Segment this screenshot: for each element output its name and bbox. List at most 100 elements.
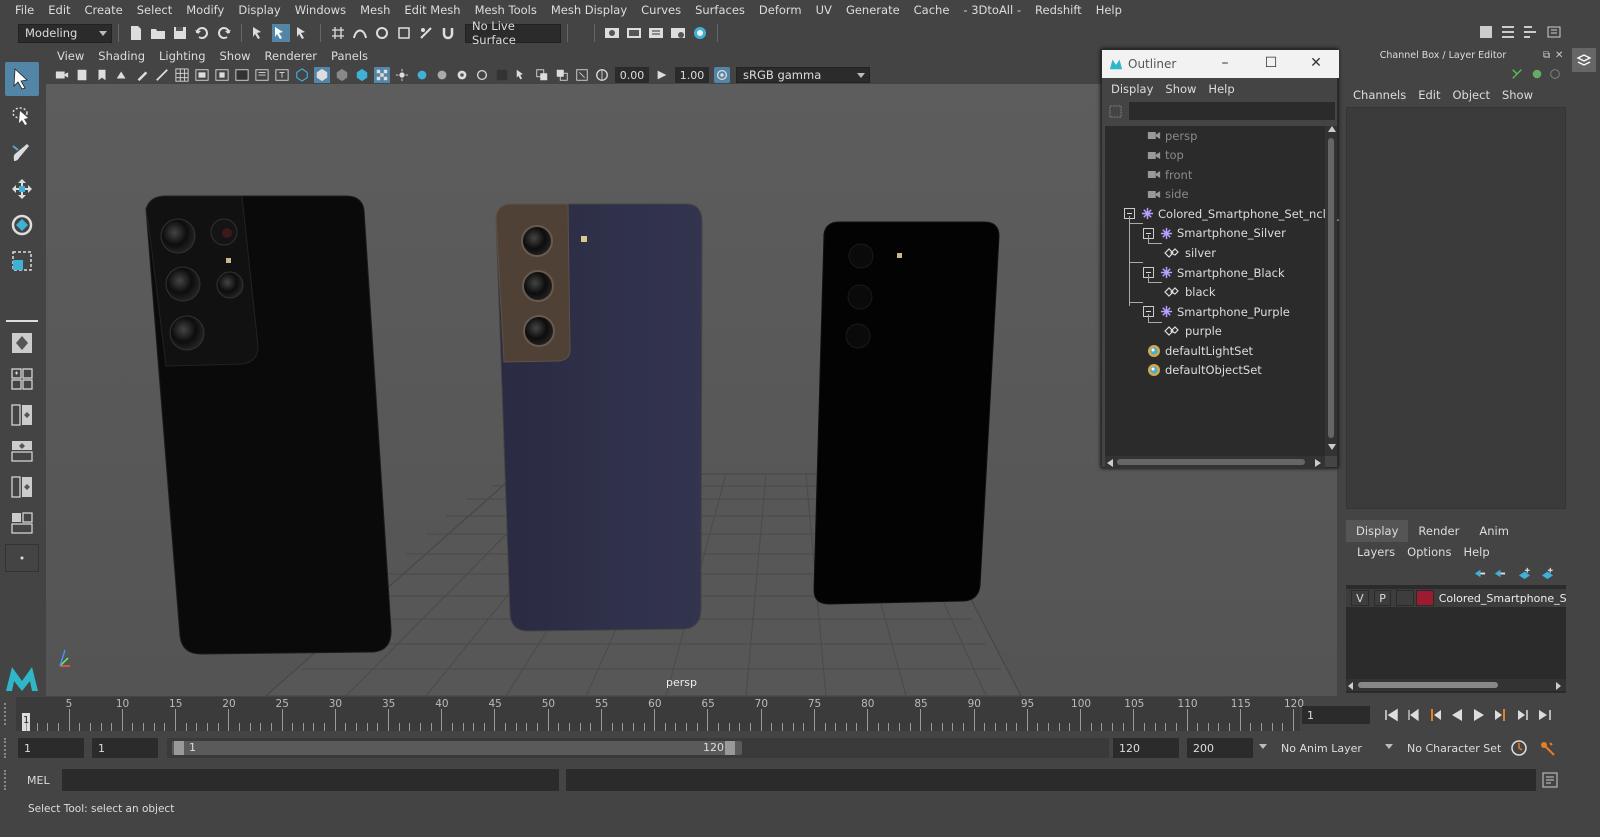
grease-pencil-icon[interactable] bbox=[134, 67, 150, 83]
color-management-icon[interactable] bbox=[714, 67, 730, 83]
close-icon[interactable]: ✕ bbox=[1309, 56, 1323, 70]
ambient-occlusion-icon[interactable] bbox=[434, 67, 450, 83]
playback-end-field[interactable]: 120 bbox=[1113, 738, 1179, 758]
menu-cache[interactable]: Cache bbox=[907, 3, 957, 17]
film-gate-icon[interactable] bbox=[194, 67, 210, 83]
lasso-tool-button[interactable] bbox=[5, 100, 39, 134]
grid-icon[interactable] bbox=[174, 67, 190, 83]
character-set-dropdown[interactable]: No Character Set bbox=[1401, 738, 1504, 758]
tree-item-purple[interactable]: purple bbox=[1163, 322, 1222, 341]
move-tool-button[interactable] bbox=[5, 172, 39, 206]
save-scene-icon[interactable] bbox=[171, 24, 189, 42]
exposure-icon[interactable] bbox=[594, 67, 610, 83]
menu-3dtoall[interactable]: - 3DtoAll - bbox=[956, 3, 1028, 17]
mode-dropdown[interactable]: Modeling bbox=[18, 23, 112, 43]
menu-redshift[interactable]: Redshift bbox=[1028, 3, 1089, 17]
scale-tool-button[interactable] bbox=[5, 244, 39, 278]
scroll-right-icon[interactable] bbox=[1556, 682, 1561, 690]
use-default-material-icon[interactable] bbox=[334, 67, 350, 83]
lock-icon[interactable] bbox=[1549, 68, 1561, 83]
cb-menu-object[interactable]: Object bbox=[1447, 88, 1496, 106]
xray-components-icon[interactable] bbox=[574, 67, 590, 83]
render-layout-button[interactable] bbox=[5, 506, 39, 540]
image-plane-icon[interactable] bbox=[114, 67, 130, 83]
hypershade-icon[interactable] bbox=[691, 24, 709, 42]
motion-blur-icon[interactable] bbox=[454, 67, 470, 83]
2d-pan-zoom-icon[interactable] bbox=[154, 67, 170, 83]
tree-item-smartphone-silver[interactable]: Smartphone_Silver bbox=[1143, 224, 1286, 243]
menu-display[interactable]: Display bbox=[231, 3, 287, 17]
select-component-icon[interactable] bbox=[294, 24, 312, 42]
range-bar[interactable] bbox=[172, 741, 742, 755]
select-object-icon[interactable] bbox=[272, 24, 290, 42]
modeling-toolkit-icon[interactable] bbox=[1478, 24, 1494, 43]
go-to-start-icon[interactable] bbox=[1382, 706, 1400, 724]
drag-handle[interactable] bbox=[4, 770, 10, 790]
scrollbar-thumb[interactable] bbox=[1358, 682, 1498, 688]
menu-help[interactable]: Help bbox=[1089, 3, 1129, 17]
render-frame-icon[interactable] bbox=[625, 24, 643, 42]
display-layer-row[interactable]: V P Colored_Smartphone_Se bbox=[1346, 589, 1566, 607]
scroll-down-icon[interactable] bbox=[1328, 444, 1336, 450]
menu-surfaces[interactable]: Surfaces bbox=[688, 3, 752, 17]
transform-attrs-icon[interactable] bbox=[1511, 68, 1523, 83]
move-layer-down-icon[interactable] bbox=[1493, 567, 1506, 583]
le-menu-options[interactable]: Options bbox=[1401, 545, 1457, 563]
tree-item-top[interactable]: top bbox=[1147, 146, 1184, 165]
outliner-horizontal-scrollbar[interactable] bbox=[1105, 456, 1325, 468]
menu-deform[interactable]: Deform bbox=[752, 3, 809, 17]
tree-item-persp[interactable]: persp bbox=[1147, 126, 1197, 145]
outliner-layout-button[interactable] bbox=[5, 398, 39, 432]
shadows-icon[interactable] bbox=[414, 67, 430, 83]
animation-start-field[interactable]: 1 bbox=[18, 738, 84, 758]
new-scene-icon[interactable] bbox=[127, 24, 145, 42]
auto-key-icon[interactable] bbox=[1510, 739, 1528, 760]
snap-grid-icon[interactable] bbox=[329, 24, 347, 42]
vp-menu-show[interactable]: Show bbox=[213, 49, 258, 63]
layer-playback-toggle[interactable]: P bbox=[1373, 590, 1392, 606]
cb-menu-edit[interactable]: Edit bbox=[1412, 88, 1446, 106]
isolate-select-icon[interactable] bbox=[514, 67, 530, 83]
camera-select-icon[interactable] bbox=[54, 67, 70, 83]
menu-generate[interactable]: Generate bbox=[839, 3, 907, 17]
tree-item-side[interactable]: side bbox=[1147, 185, 1189, 204]
select-hierarchy-icon[interactable] bbox=[250, 24, 268, 42]
outliner-menu-display[interactable]: Display bbox=[1105, 82, 1159, 96]
tree-item-set[interactable]: Colored_Smartphone_Set_ncl1_ bbox=[1124, 204, 1339, 223]
color-space-dropdown[interactable]: sRGB gamma bbox=[736, 67, 870, 83]
layer-editor-side-tab[interactable] bbox=[1572, 48, 1596, 72]
step-back-frame-icon[interactable] bbox=[1404, 706, 1422, 724]
outliner-menu-help[interactable]: Help bbox=[1202, 82, 1240, 96]
menu-edit[interactable]: Edit bbox=[41, 3, 77, 17]
tool-settings-icon[interactable] bbox=[1522, 24, 1538, 43]
menu-create[interactable]: Create bbox=[78, 3, 130, 17]
safe-action-icon[interactable] bbox=[274, 67, 290, 83]
tab-display[interactable]: Display bbox=[1346, 520, 1409, 542]
layer-visibility-toggle[interactable]: V bbox=[1351, 590, 1369, 606]
camera-attributes-icon[interactable] bbox=[74, 67, 90, 83]
play-backwards-icon[interactable] bbox=[1448, 706, 1466, 724]
wireframe-icon[interactable] bbox=[294, 67, 310, 83]
menu-mesh-display[interactable]: Mesh Display bbox=[544, 3, 634, 17]
four-pane-layout-button[interactable] bbox=[5, 362, 39, 396]
use-all-lights-icon[interactable] bbox=[394, 67, 410, 83]
wireframe-on-shaded-icon[interactable] bbox=[354, 67, 370, 83]
range-end-handle[interactable] bbox=[725, 741, 735, 755]
gamma-field[interactable]: 1.00 bbox=[675, 67, 709, 83]
render-settings-icon[interactable] bbox=[603, 24, 621, 42]
vp-menu-panels[interactable]: Panels bbox=[324, 49, 375, 63]
tree-item-silver[interactable]: silver bbox=[1163, 243, 1216, 262]
animation-end-field[interactable]: 200 bbox=[1187, 738, 1253, 758]
new-layer-icon[interactable] bbox=[1518, 567, 1531, 583]
scroll-right-icon[interactable] bbox=[1315, 459, 1321, 467]
redo-icon[interactable] bbox=[215, 24, 233, 42]
snap-view-plane-icon[interactable] bbox=[395, 24, 413, 42]
cb-menu-show[interactable]: Show bbox=[1496, 88, 1539, 106]
minimize-icon[interactable]: – bbox=[1218, 56, 1232, 70]
textured-icon[interactable] bbox=[374, 67, 390, 83]
gamma-icon[interactable] bbox=[654, 67, 670, 83]
menu-select[interactable]: Select bbox=[130, 3, 179, 17]
vp-menu-lighting[interactable]: Lighting bbox=[152, 49, 212, 63]
outliner-search-input[interactable] bbox=[1129, 102, 1335, 120]
tree-item-black[interactable]: black bbox=[1163, 283, 1216, 302]
